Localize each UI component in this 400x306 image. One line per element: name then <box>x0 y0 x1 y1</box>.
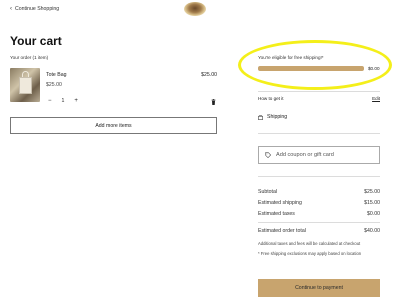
add-more-items-button[interactable]: Add more items <box>10 117 217 134</box>
shipping-method-label: Shipping <box>267 114 288 120</box>
annotation-highlight <box>238 40 392 90</box>
chevron-left-icon: ‹ <box>10 6 12 12</box>
continue-shopping-label: Continue Shopping <box>15 6 60 12</box>
continue-shopping-link[interactable]: ‹ Continue Shopping <box>10 6 59 12</box>
trash-icon[interactable] <box>211 99 216 105</box>
taxes-row: Estimated taxes $0.00 <box>258 211 380 217</box>
divider <box>258 133 380 134</box>
fulfillment-row: How to get it Edit <box>258 96 380 101</box>
subtotal-row: Subtotal $25.00 <box>258 189 380 195</box>
free-shipping-progress-bar <box>258 66 364 71</box>
quantity-stepper: − 1 + <box>48 98 78 104</box>
subtotal-value: $25.00 <box>364 189 380 195</box>
coupon-input[interactable]: Add coupon or gift card <box>258 146 380 164</box>
shipping-label: Estimated shipping <box>258 200 302 206</box>
brand-logo[interactable] <box>184 2 206 16</box>
progress-fill <box>258 66 364 71</box>
page-title: Your cart <box>10 34 62 48</box>
increment-button[interactable]: + <box>74 98 78 104</box>
item-line-total: $25.00 <box>201 72 217 78</box>
quantity-value: 1 <box>61 98 65 104</box>
total-label: Estimated order total <box>258 228 306 234</box>
box-icon <box>258 114 263 120</box>
total-row: Estimated order total $40.00 <box>258 228 380 234</box>
product-image[interactable] <box>10 68 40 102</box>
shipping-row: Estimated shipping $15.00 <box>258 200 380 206</box>
free-shipping-message: You're eligible for free shipping!* <box>258 55 324 60</box>
shipping-exclusions-note: * Free shipping exclusions may apply bas… <box>258 251 362 256</box>
decrement-button[interactable]: − <box>48 98 52 104</box>
divider <box>258 222 380 223</box>
shipping-remaining-amount: $0.00 <box>368 66 380 71</box>
how-to-get-label: How to get it <box>258 96 284 101</box>
subtotal-label: Subtotal <box>258 189 278 195</box>
order-count: Your order (1 item) <box>10 55 49 60</box>
coupon-placeholder: Add coupon or gift card <box>276 152 334 158</box>
shipping-method[interactable]: Shipping <box>258 114 287 120</box>
shipping-value: $15.00 <box>364 200 380 206</box>
taxes-value: $0.00 <box>367 211 380 217</box>
edit-fulfillment-link[interactable]: Edit <box>372 96 380 101</box>
total-value: $40.00 <box>364 228 380 234</box>
taxes-label: Estimated taxes <box>258 211 295 217</box>
continue-to-payment-button[interactable]: Continue to payment <box>258 279 380 297</box>
tag-icon <box>265 152 271 158</box>
taxes-note: Additional taxes and fees will be calcul… <box>258 241 361 246</box>
item-unit-price: $25.00 <box>46 82 62 88</box>
item-name[interactable]: Tote Bag <box>46 72 66 78</box>
divider <box>258 91 380 92</box>
divider <box>258 176 380 177</box>
